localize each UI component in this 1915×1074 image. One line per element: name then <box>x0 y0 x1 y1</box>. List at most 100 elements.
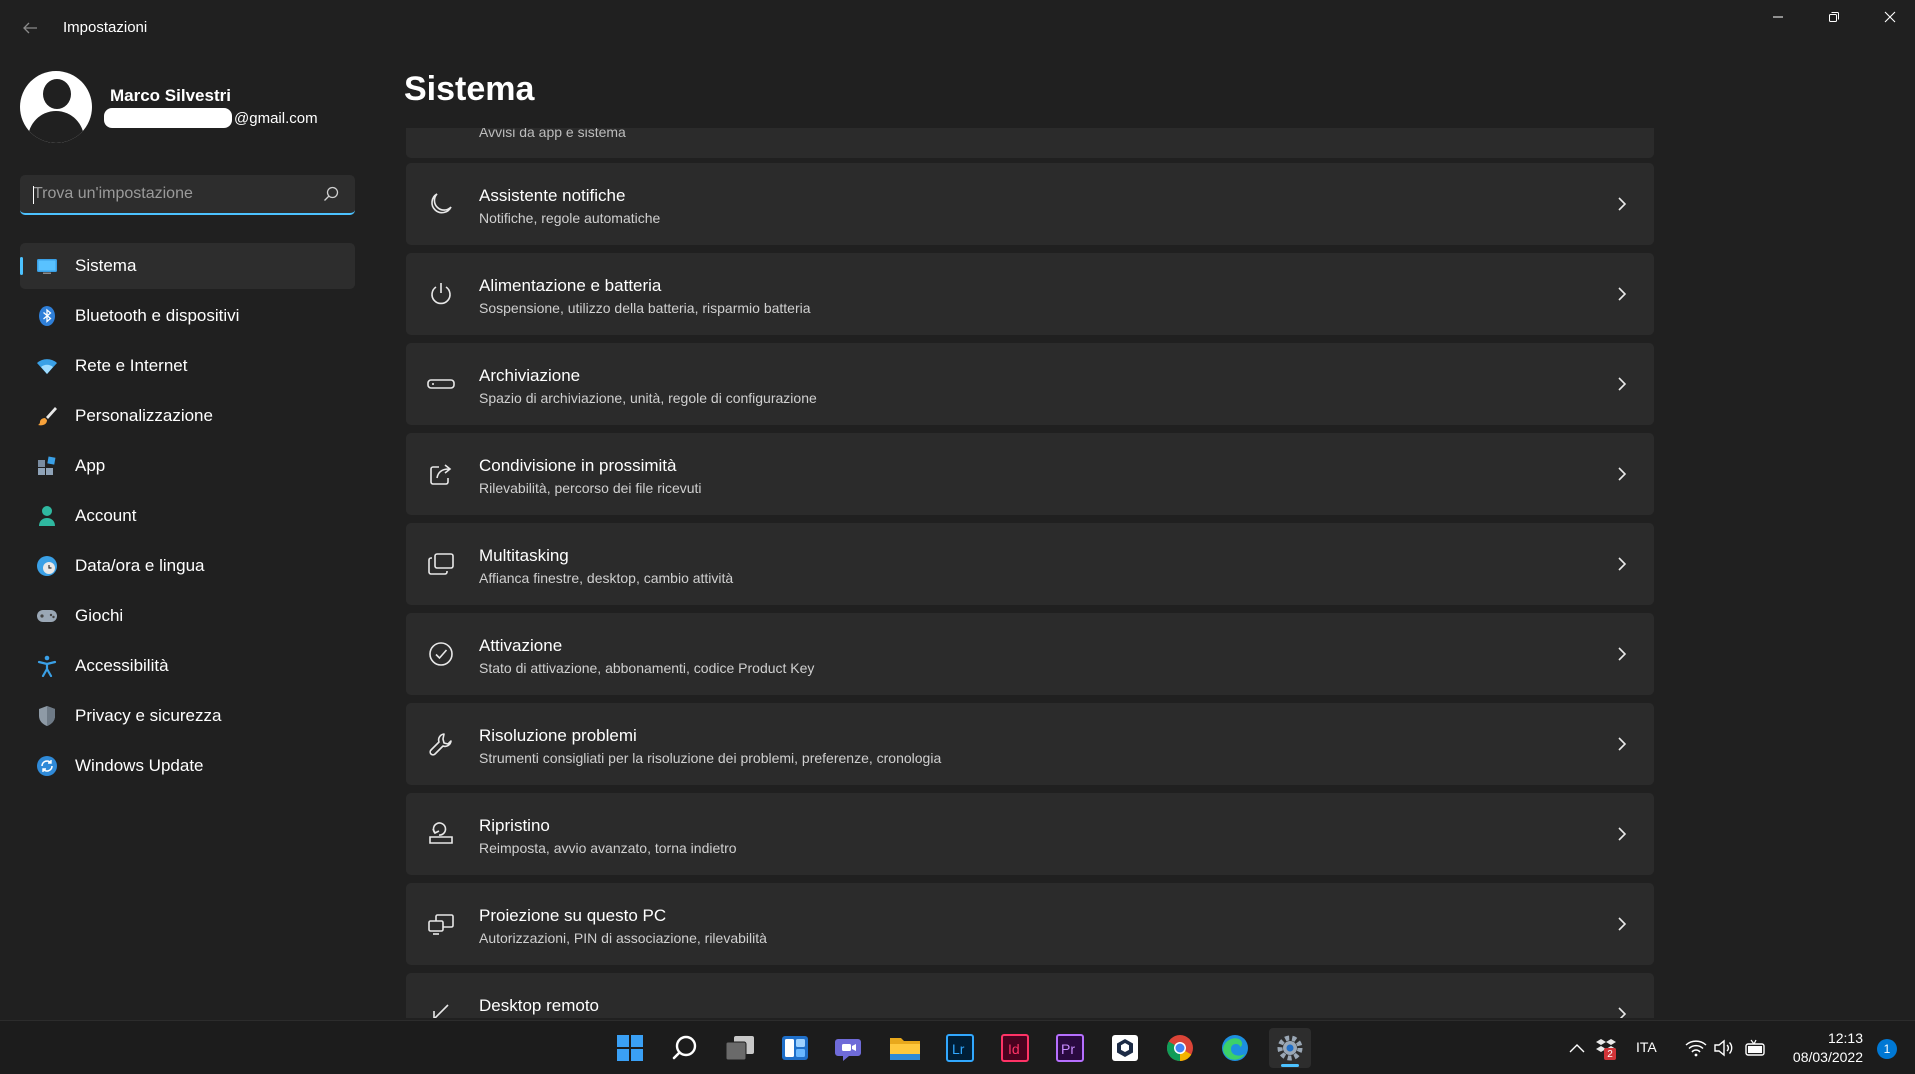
settings-taskbar-button[interactable] <box>1269 1028 1311 1068</box>
sidebar-item-rete[interactable]: Rete e Internet <box>20 343 355 389</box>
taskbar-search-button[interactable] <box>664 1028 706 1068</box>
taskbar: Lr Id Pr 2 ITA 12:13 08/03/2022 1 <box>0 1020 1915 1074</box>
restore-icon <box>1829 12 1839 22</box>
multitasking-icon <box>426 549 456 579</box>
sidebar-item-account[interactable]: Account <box>20 493 355 539</box>
sidebar-item-app[interactable]: App <box>20 443 355 489</box>
title-bar: Impostazioni <box>0 0 1915 56</box>
close-button[interactable] <box>1867 4 1913 30</box>
settings-card-proiezione[interactable]: Proiezione su questo PC Autorizzazioni, … <box>406 883 1654 965</box>
card-title: Ripristino <box>479 816 550 835</box>
settings-card-archiviazione[interactable]: Archiviazione Spazio di archiviazione, u… <box>406 343 1654 425</box>
lightroom-icon: Lr <box>946 1034 974 1062</box>
sidebar-item-privacy[interactable]: Privacy e sicurezza <box>20 693 355 739</box>
card-title: Proiezione su questo PC <box>479 906 667 925</box>
search-icon <box>672 1035 697 1060</box>
notification-badge[interactable]: 1 <box>1877 1039 1897 1059</box>
network-button[interactable] <box>1682 1028 1710 1068</box>
tray-overflow-button[interactable] <box>1565 1028 1589 1068</box>
avatar[interactable] <box>20 71 92 143</box>
sidebar-item-data-ora[interactable]: Data/ora e lingua <box>20 543 355 589</box>
lightroom-button[interactable]: Lr <box>939 1028 981 1068</box>
settings-card-desktop-remoto[interactable]: Desktop remoto <box>406 973 1654 1018</box>
projection-icon <box>426 909 456 939</box>
settings-card-multitasking[interactable]: Multitasking Affianca finestre, desktop,… <box>406 523 1654 605</box>
volume-button[interactable] <box>1710 1028 1738 1068</box>
wrench-icon <box>426 729 456 759</box>
app-cube-button[interactable] <box>1104 1028 1146 1068</box>
remote-desktop-icon <box>426 999 456 1018</box>
card-subtitle: Strumenti consigliati per la risoluzione… <box>479 750 942 766</box>
svg-text:Pr: Pr <box>1061 1041 1075 1057</box>
settings-card-alimentazione[interactable]: Alimentazione e batteria Sospensione, ut… <box>406 253 1654 335</box>
search-input[interactable] <box>33 185 313 203</box>
edge-button[interactable] <box>1214 1028 1256 1068</box>
sidebar-item-windows-update[interactable]: Windows Update <box>20 743 355 789</box>
moon-icon <box>426 189 456 219</box>
settings-card-attivazione[interactable]: Attivazione Stato di attivazione, abbona… <box>406 613 1654 695</box>
account-icon <box>35 504 59 528</box>
globe-clock-icon <box>35 554 59 578</box>
card-title: Assistente notifiche <box>479 186 626 205</box>
premiere-button[interactable]: Pr <box>1049 1028 1091 1068</box>
indesign-button[interactable]: Id <box>994 1028 1036 1068</box>
settings-card-notifiche[interactable]: Avvisi da app e sistema <box>406 128 1654 158</box>
sidebar-item-label: Sistema <box>75 256 137 275</box>
chevron-right-icon <box>1612 823 1632 845</box>
apps-icon <box>35 454 59 478</box>
sidebar-item-label: Account <box>75 506 137 525</box>
settings-card-condivisione[interactable]: Condivisione in prossimità Rilevabilità,… <box>406 433 1654 515</box>
teams-chat-icon <box>835 1039 861 1061</box>
arrow-left-icon <box>23 22 37 34</box>
widgets-button[interactable] <box>774 1028 816 1068</box>
back-button[interactable] <box>18 16 42 40</box>
minimize-icon <box>1773 16 1783 18</box>
accessibility-icon <box>35 654 59 678</box>
start-button[interactable] <box>609 1028 651 1068</box>
sidebar-item-personalizzazione[interactable]: Personalizzazione <box>20 393 355 439</box>
edge-icon <box>1222 1035 1248 1061</box>
sidebar-item-label: Giochi <box>75 606 124 625</box>
wifi-icon <box>1685 1040 1707 1057</box>
app-title: Impostazioni <box>63 19 148 36</box>
sidebar-item-label: Personalizzazione <box>75 406 213 425</box>
sidebar-item-label: Data/ora e lingua <box>75 556 205 575</box>
teams-chat-button[interactable] <box>829 1028 871 1068</box>
card-subtitle: Notifiche, regole automatiche <box>479 210 661 226</box>
card-subtitle: Spazio di archiviazione, unità, regole d… <box>479 390 817 406</box>
settings-list: Avvisi da app e sistema Assistente notif… <box>406 128 1654 1018</box>
task-view-button[interactable] <box>719 1028 761 1068</box>
settings-card-ripristino[interactable]: Ripristino Reimposta, avvio avanzato, to… <box>406 793 1654 875</box>
settings-card-risoluzione-problemi[interactable]: Risoluzione problemi Strumenti consiglia… <box>406 703 1654 785</box>
sidebar-item-sistema[interactable]: Sistema <box>20 243 355 289</box>
task-view-icon <box>725 1036 754 1061</box>
chrome-button[interactable] <box>1159 1028 1201 1068</box>
power-icon <box>426 279 456 309</box>
language-indicator[interactable]: ITA <box>1636 1039 1657 1055</box>
active-app-indicator <box>1281 1064 1299 1067</box>
tray-app-button[interactable]: 2 <box>1591 1028 1621 1068</box>
file-explorer-button[interactable] <box>884 1028 926 1068</box>
app-cube-icon <box>1112 1035 1138 1061</box>
sidebar-item-label: Privacy e sicurezza <box>75 706 222 725</box>
minimize-button[interactable] <box>1755 4 1801 30</box>
widgets-icon <box>782 1036 808 1060</box>
card-subtitle: Rilevabilità, percorso dei file ricevuti <box>479 480 702 496</box>
sidebar-item-label: Rete e Internet <box>75 356 188 375</box>
svg-text:Id: Id <box>1008 1041 1020 1057</box>
restore-button[interactable] <box>1811 4 1857 30</box>
search-icon[interactable] <box>322 185 340 203</box>
search-box[interactable] <box>20 175 355 215</box>
clock-date: 08/03/2022 <box>1792 1049 1863 1065</box>
card-subtitle: Stato di attivazione, abbonamenti, codic… <box>479 660 815 676</box>
sidebar-item-bluetooth[interactable]: Bluetooth e dispositivi <box>20 293 355 339</box>
start-icon <box>617 1035 643 1061</box>
battery-button[interactable] <box>1740 1028 1770 1068</box>
sidebar-item-giochi[interactable]: Giochi <box>20 593 355 639</box>
sidebar-item-accessibilita[interactable]: Accessibilità <box>20 643 355 689</box>
clock[interactable]: 12:13 08/03/2022 <box>1793 1029 1863 1067</box>
card-title: Attivazione <box>479 636 563 655</box>
settings-card-assistente-notifiche[interactable]: Assistente notifiche Notifiche, regole a… <box>406 163 1654 245</box>
close-icon <box>1884 11 1896 23</box>
chevron-right-icon <box>1612 373 1632 395</box>
